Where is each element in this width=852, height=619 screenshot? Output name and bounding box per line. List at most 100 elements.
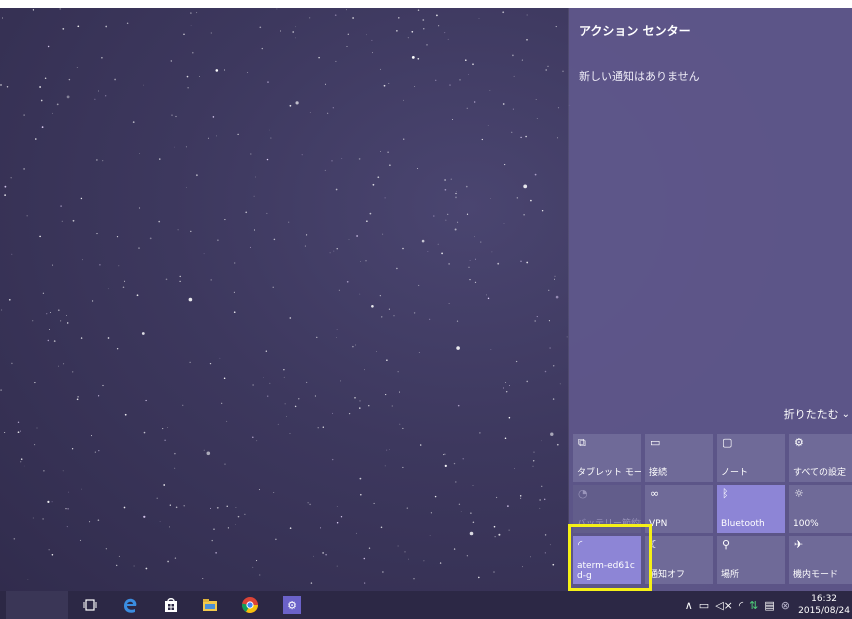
start-button[interactable] bbox=[6, 591, 68, 619]
star bbox=[469, 260, 471, 261]
star bbox=[397, 371, 399, 373]
star bbox=[513, 75, 515, 77]
quick-action-tile-quiet-hours[interactable]: ☾ 通知オフ bbox=[645, 536, 713, 584]
star bbox=[336, 506, 338, 508]
quick-action-tile-battery-saver[interactable]: ◔ バッテリー節約機 bbox=[573, 485, 641, 533]
star bbox=[469, 531, 474, 536]
star bbox=[535, 98, 537, 101]
star bbox=[34, 382, 36, 384]
tile-label: 通知オフ bbox=[649, 570, 686, 580]
star bbox=[56, 103, 59, 106]
star bbox=[286, 416, 287, 417]
star bbox=[552, 563, 555, 566]
quick-action-tile-airplane[interactable]: ✈ 機内モード bbox=[789, 536, 852, 584]
star bbox=[403, 99, 404, 101]
quick-action-tile-tablet-mode[interactable]: ⧉ タブレット モード bbox=[573, 434, 641, 482]
file-explorer-icon[interactable] bbox=[200, 595, 220, 615]
star bbox=[105, 548, 107, 550]
star bbox=[270, 137, 272, 139]
quick-action-tile-wifi[interactable]: ◜ aterm-ed61cd-g bbox=[573, 536, 641, 584]
quick-action-tile-gear[interactable]: ⚙ すべての設定 bbox=[789, 434, 852, 482]
quick-action-tile-note[interactable]: ▢ ノート bbox=[717, 434, 785, 482]
star bbox=[444, 464, 447, 467]
edge-browser-icon[interactable] bbox=[120, 595, 140, 615]
star bbox=[493, 571, 495, 573]
star bbox=[138, 207, 141, 209]
quick-action-tile-vpn[interactable]: ∞ VPN bbox=[645, 485, 713, 533]
star bbox=[507, 505, 509, 507]
star bbox=[441, 252, 443, 255]
star bbox=[566, 336, 568, 338]
star bbox=[466, 213, 469, 215]
wifi-tray-icon[interactable]: ◜ bbox=[739, 599, 743, 612]
quick-action-tile-brightness[interactable]: ☼ 100% bbox=[789, 485, 852, 533]
speaker-muted-icon[interactable]: ◁× bbox=[715, 599, 733, 612]
star bbox=[358, 158, 361, 160]
star bbox=[322, 426, 324, 428]
star bbox=[397, 545, 399, 547]
star bbox=[496, 496, 498, 499]
quick-action-tile-bluetooth[interactable]: ᛒ Bluetooth bbox=[717, 485, 785, 533]
star bbox=[456, 320, 459, 322]
star bbox=[170, 60, 172, 62]
star bbox=[444, 179, 446, 181]
battery-icon[interactable]: ▭ bbox=[699, 599, 709, 612]
star bbox=[503, 387, 504, 389]
star bbox=[224, 219, 226, 221]
star bbox=[76, 398, 79, 401]
star bbox=[417, 57, 420, 60]
network-sync-icon[interactable]: ⇅ bbox=[749, 599, 758, 612]
star bbox=[77, 25, 80, 28]
star bbox=[136, 294, 139, 297]
star bbox=[309, 111, 311, 113]
quick-action-tile-connect[interactable]: ▭ 接続 bbox=[645, 434, 713, 482]
star bbox=[132, 121, 135, 123]
star bbox=[341, 158, 343, 159]
action-center-icon[interactable]: ▤ bbox=[764, 599, 774, 612]
star bbox=[255, 176, 257, 178]
star bbox=[40, 99, 43, 102]
quick-action-tile-location[interactable]: ⚲ 場所 bbox=[717, 536, 785, 584]
star bbox=[295, 37, 296, 39]
star bbox=[372, 183, 375, 186]
star bbox=[545, 69, 548, 71]
star bbox=[32, 9, 35, 11]
star bbox=[324, 169, 326, 171]
star bbox=[555, 295, 559, 299]
star bbox=[520, 260, 522, 262]
star bbox=[459, 79, 461, 81]
action-center-panel: アクション センター 新しい通知はありません 折りたたむ ⌄ ⧉ タブレット モー… bbox=[569, 8, 852, 591]
star bbox=[269, 129, 270, 131]
settings-app-icon[interactable]: ⚙ bbox=[282, 595, 302, 615]
clock-time: 16:32 bbox=[811, 594, 838, 604]
close-circle-icon[interactable]: ⊗ bbox=[781, 599, 790, 612]
star bbox=[71, 448, 74, 450]
star bbox=[207, 137, 209, 139]
star bbox=[413, 577, 415, 580]
star bbox=[169, 526, 170, 528]
star bbox=[52, 264, 54, 266]
chevron-up-icon[interactable]: ∧ bbox=[685, 599, 693, 612]
clock[interactable]: 16:32 2015/08/24 bbox=[798, 593, 850, 617]
star bbox=[23, 465, 25, 467]
star bbox=[523, 214, 525, 216]
star bbox=[190, 12, 192, 14]
task-view-icon[interactable] bbox=[80, 595, 100, 615]
star bbox=[544, 534, 547, 536]
star bbox=[92, 300, 94, 302]
star bbox=[544, 552, 546, 554]
star bbox=[417, 9, 420, 11]
chrome-icon[interactable] bbox=[240, 595, 260, 615]
collapse-button[interactable]: 折りたたむ ⌄ bbox=[784, 406, 850, 422]
star bbox=[105, 25, 108, 28]
star bbox=[0, 84, 2, 86]
star bbox=[478, 576, 480, 579]
star bbox=[380, 151, 381, 152]
star bbox=[141, 332, 145, 335]
star bbox=[481, 138, 483, 141]
star bbox=[512, 108, 514, 110]
star bbox=[143, 431, 146, 434]
star bbox=[384, 465, 386, 467]
star bbox=[196, 12, 198, 14]
store-icon[interactable] bbox=[161, 595, 181, 615]
